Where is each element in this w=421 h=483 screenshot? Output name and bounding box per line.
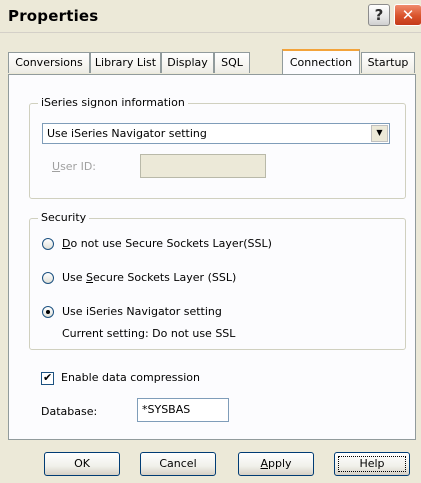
close-icon: ✕ xyxy=(401,6,415,24)
cancel-button[interactable]: Cancel xyxy=(140,452,216,476)
signon-dropdown-value: Use iSeries Navigator setting xyxy=(47,127,207,140)
apply-button[interactable]: Apply xyxy=(238,452,314,476)
current-setting-text: Current setting: Do not use SSL xyxy=(62,327,236,340)
close-button[interactable]: ✕ xyxy=(394,4,421,26)
checkbox[interactable]: ✔ xyxy=(41,371,54,385)
help-title-button[interactable]: ? xyxy=(368,4,390,26)
title-bar: Properties ? ✕ xyxy=(0,0,421,33)
radio-no-ssl-label: Do not use Secure Sockets Layer(SSL) xyxy=(62,237,272,250)
focus-ring xyxy=(338,456,406,472)
signon-dropdown[interactable]: Use iSeries Navigator setting ▼ xyxy=(42,123,390,144)
radio-use-ssl-label: Use Secure Sockets Layer (SSL) xyxy=(62,271,237,284)
signon-group-label: iSeries signon information xyxy=(38,96,188,109)
tab-display[interactable]: Display xyxy=(161,52,214,73)
database-label: Database: xyxy=(41,405,98,418)
tab-sql[interactable]: SQL xyxy=(214,52,250,73)
enable-compression-label: Enable data compression xyxy=(61,371,200,384)
help-button[interactable]: Help xyxy=(334,452,410,476)
tab-conversions[interactable]: Conversions xyxy=(8,52,90,73)
ok-button[interactable]: OK xyxy=(44,452,120,476)
security-group-label: Security xyxy=(38,211,90,224)
database-input[interactable]: *SYSBAS xyxy=(137,398,229,422)
radio-navigator-setting-label: Use iSeries Navigator setting xyxy=(62,305,222,318)
radio-button-selected[interactable] xyxy=(42,306,54,318)
radio-navigator-setting[interactable]: Use iSeries Navigator setting xyxy=(42,305,342,321)
radio-button[interactable] xyxy=(42,238,54,250)
tab-connection[interactable]: Connection xyxy=(282,49,360,74)
database-value: *SYSBAS xyxy=(142,403,191,416)
window-title: Properties xyxy=(8,7,99,25)
question-icon: ? xyxy=(374,6,384,24)
userid-label: User ID: xyxy=(52,160,97,173)
enable-compression-checkbox[interactable]: ✔ Enable data compression xyxy=(41,371,261,387)
security-groupbox: Security Do not use Secure Sockets Layer… xyxy=(29,211,406,350)
tab-library-list[interactable]: Library List xyxy=(90,52,161,73)
tab-panel-connection: iSeries signon information Use iSeries N… xyxy=(8,74,416,440)
signon-groupbox: iSeries signon information Use iSeries N… xyxy=(29,96,406,199)
tab-startup[interactable]: Startup xyxy=(361,52,415,73)
checkmark-icon: ✔ xyxy=(43,371,53,384)
radio-button[interactable] xyxy=(42,272,54,284)
chevron-down-icon: ▼ xyxy=(376,128,383,137)
radio-no-ssl[interactable]: Do not use Secure Sockets Layer(SSL) xyxy=(42,237,342,253)
userid-input[interactable] xyxy=(140,154,266,178)
dropdown-arrow[interactable]: ▼ xyxy=(371,125,388,142)
radio-use-ssl[interactable]: Use Secure Sockets Layer (SSL) xyxy=(42,271,342,287)
